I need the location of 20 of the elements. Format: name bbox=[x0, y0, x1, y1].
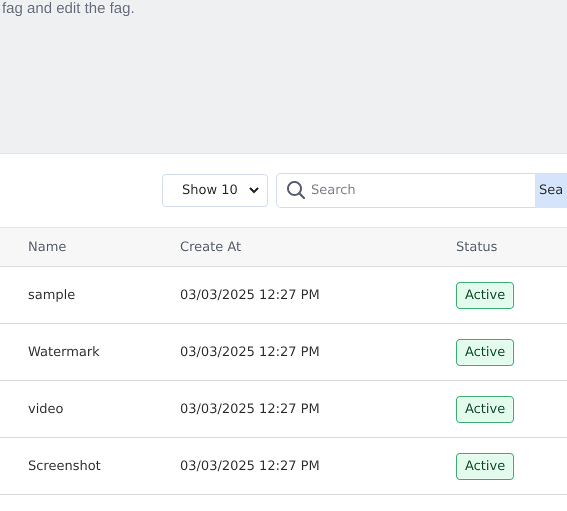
column-header: Create At bbox=[180, 240, 242, 254]
search-field[interactable]: Search bbox=[276, 173, 535, 208]
column-header: Status bbox=[456, 240, 498, 254]
submit-button[interactable]: Sea bbox=[535, 173, 567, 208]
page-description: fag and edit the fag. bbox=[1, 0, 136, 17]
status-badge: Active bbox=[456, 338, 514, 366]
table-cell-text: 03/03/2025 12:27 PM bbox=[180, 344, 321, 360]
page-size-select[interactable]: Show 10 bbox=[162, 174, 268, 207]
table-cell-text: Watermark bbox=[27, 344, 101, 360]
table-cell-text: 03/03/2025 12:27 PM bbox=[180, 402, 321, 416]
status-badge: Active bbox=[456, 396, 514, 422]
column-header: Name bbox=[27, 240, 68, 254]
table-cell-text: 03/03/2025 12:27 PM bbox=[180, 458, 321, 474]
status-badge: Active bbox=[456, 282, 514, 308]
status-badge: Active bbox=[456, 452, 514, 480]
table-cell-text: video bbox=[27, 402, 65, 416]
table-cell-text: sample bbox=[27, 288, 76, 302]
table-cell-text: Screenshot bbox=[27, 458, 102, 474]
table-cell-text: 03/03/2025 12:27 PM bbox=[180, 288, 321, 302]
chevron-down-icon bbox=[249, 187, 259, 194]
